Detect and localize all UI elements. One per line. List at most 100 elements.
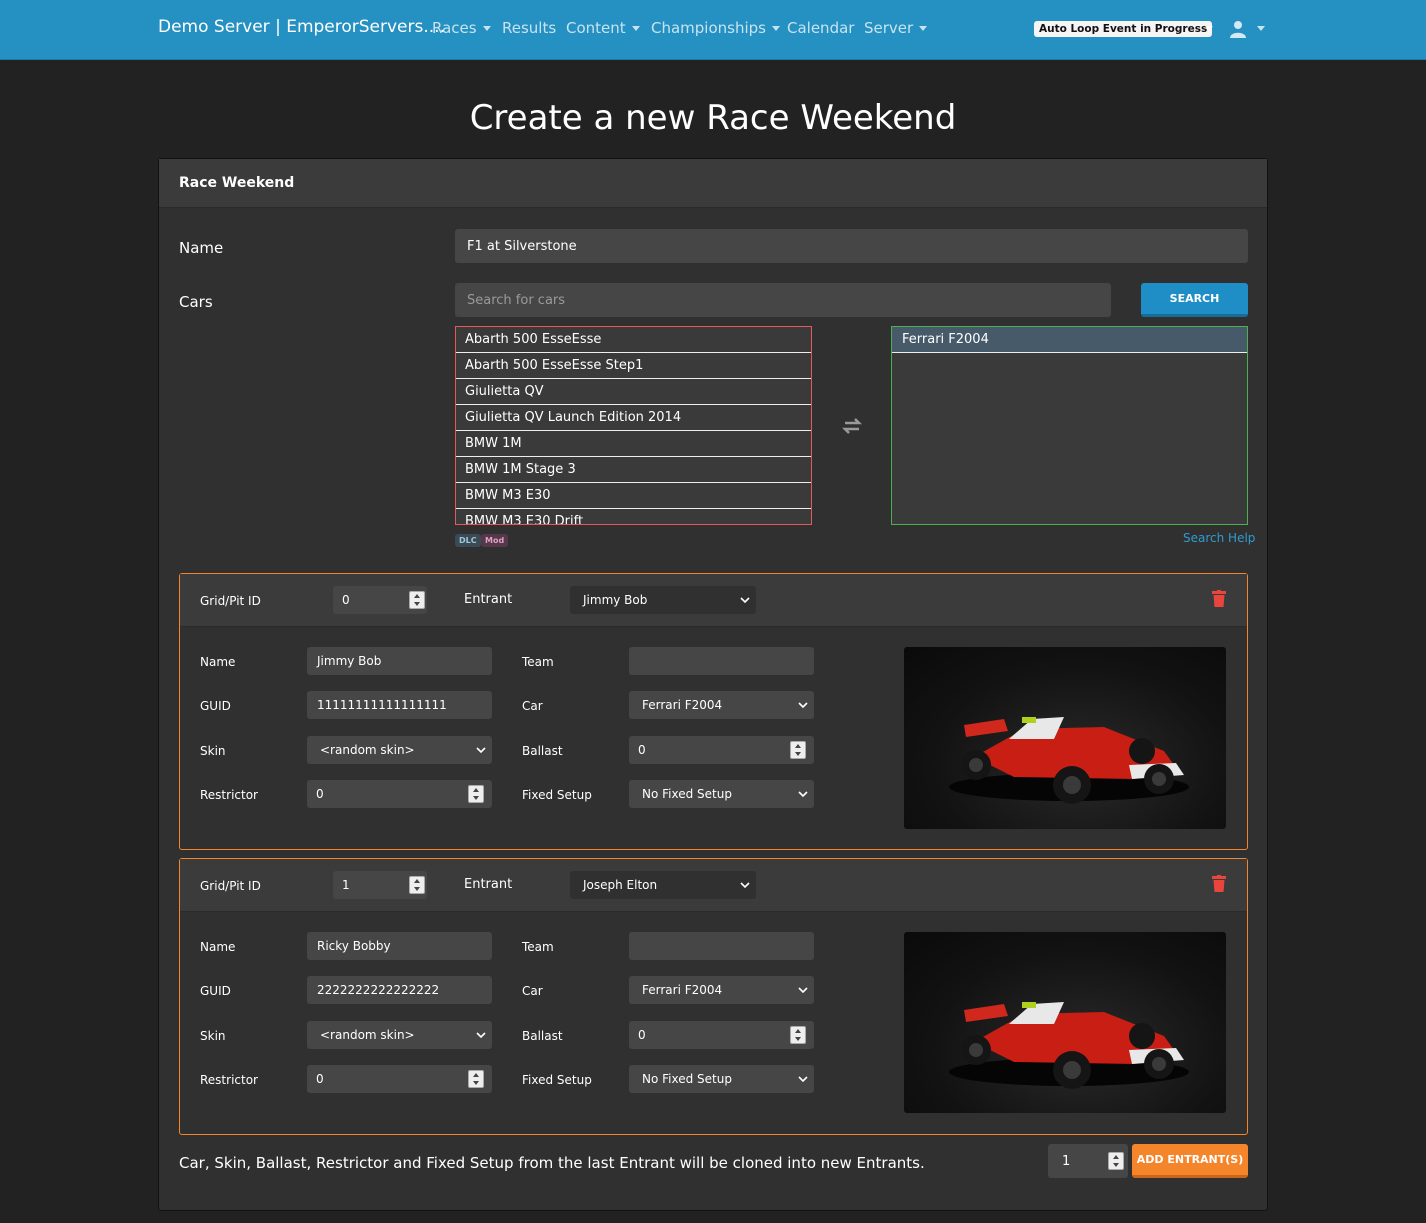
grid-pit-id-label: Grid/Pit ID: [200, 594, 261, 608]
ballast-input[interactable]: 0: [629, 1021, 814, 1049]
available-cars-list[interactable]: Abarth 500 EsseEsse Abarth 500 EsseEsse …: [455, 326, 812, 525]
list-item[interactable]: Ferrari F2004: [892, 327, 1247, 353]
chevron-down-icon: [771, 26, 780, 31]
skin-select-value: <random skin>: [320, 743, 415, 757]
entrant-panel: Grid/Pit ID 1 Entrant Joseph Elton Name …: [179, 858, 1248, 1135]
status-dropdown-chevron-icon[interactable]: [1205, 26, 1213, 31]
name-label: Name: [179, 239, 224, 257]
fixed-setup-select[interactable]: No Fixed Setup: [629, 1065, 814, 1093]
chevron-down-icon: [740, 882, 750, 889]
grid-pit-id-input[interactable]: 1: [333, 871, 427, 899]
grid-pit-id-value: 1: [342, 878, 350, 892]
list-item[interactable]: Abarth 500 EsseEsse: [456, 327, 811, 353]
chevron-down-icon: [740, 597, 750, 604]
chevron-down-icon: [631, 26, 640, 31]
car-select[interactable]: Ferrari F2004: [629, 691, 814, 719]
trash-icon[interactable]: [1212, 590, 1226, 607]
number-spinner-icon[interactable]: [468, 785, 484, 803]
nav-server[interactable]: Server: [864, 19, 928, 37]
nav-championships-label: Championships: [651, 19, 766, 37]
guid-input[interactable]: 2222222222222222: [307, 976, 492, 1004]
chevron-down-icon: [798, 702, 808, 709]
nav-content[interactable]: Content: [566, 19, 640, 37]
restrictor-input[interactable]: 0: [307, 1065, 492, 1093]
entrant-select[interactable]: Jimmy Bob: [570, 586, 756, 614]
car-illustration: [949, 717, 1189, 804]
nav-results[interactable]: Results: [502, 19, 556, 37]
page-title: Create a new Race Weekend: [469, 98, 957, 138]
restrictor-input[interactable]: 0: [307, 780, 492, 808]
trash-icon[interactable]: [1212, 875, 1226, 892]
search-help-link[interactable]: Search Help: [1183, 531, 1255, 545]
skin-select[interactable]: <random skin>: [307, 736, 492, 764]
guid-label: GUID: [200, 699, 231, 713]
cars-label: Cars: [179, 293, 213, 311]
nav-calendar[interactable]: Calendar: [787, 19, 854, 37]
brand-link[interactable]: Demo Server | EmperorServers....: [158, 17, 445, 37]
number-spinner-icon[interactable]: [1108, 1152, 1124, 1170]
entrant-panel: Grid/Pit ID 0 Entrant Jimmy Bob Name Jim…: [179, 573, 1248, 850]
number-spinner-icon[interactable]: [790, 741, 806, 759]
entrant-select[interactable]: Joseph Elton: [570, 871, 756, 899]
auto-loop-status-badge[interactable]: Auto Loop Event in Progress: [1034, 21, 1213, 37]
clone-note: Car, Skin, Ballast, Restrictor and Fixed…: [179, 1154, 925, 1172]
nav-content-label: Content: [566, 19, 626, 37]
list-item[interactable]: Giulietta QV: [456, 379, 811, 405]
car-select-value: Ferrari F2004: [642, 983, 723, 997]
chevron-down-icon: [482, 26, 491, 31]
ballast-input[interactable]: 0: [629, 736, 814, 764]
ballast-label: Ballast: [522, 744, 563, 758]
guid-input[interactable]: 11111111111111111: [307, 691, 492, 719]
number-spinner-icon[interactable]: [790, 1026, 806, 1044]
skin-label: Skin: [200, 744, 226, 758]
list-item[interactable]: Giulietta QV Launch Edition 2014: [456, 405, 811, 431]
user-menu-chevron-icon[interactable]: [1257, 26, 1265, 31]
name-label: Name: [200, 655, 236, 669]
skin-label: Skin: [200, 1029, 226, 1043]
fixed-setup-label: Fixed Setup: [522, 1073, 592, 1087]
list-item[interactable]: BMW M3 E30: [456, 483, 811, 509]
restrictor-label: Restrictor: [200, 788, 258, 802]
list-item[interactable]: BMW M3 E30 Drift: [456, 509, 811, 524]
user-icon[interactable]: [1230, 20, 1246, 38]
chevron-down-icon: [476, 1032, 486, 1039]
list-item[interactable]: BMW 1M: [456, 431, 811, 457]
team-input[interactable]: [629, 647, 814, 675]
car-search-input[interactable]: Search for cars: [455, 283, 1111, 317]
race-name-input[interactable]: F1 at Silverstone: [455, 229, 1248, 263]
card-header-title: Race Weekend: [179, 175, 295, 191]
swap-arrows-icon[interactable]: [841, 418, 863, 434]
add-entrants-button[interactable]: ADD ENTRANT(S): [1132, 1144, 1248, 1178]
driver-name-input[interactable]: Ricky Bobby: [307, 932, 492, 960]
list-item[interactable]: BMW 1M Stage 3: [456, 457, 811, 483]
race-weekend-card: Race Weekend Name F1 at Silverstone Cars…: [158, 158, 1268, 1211]
number-spinner-icon[interactable]: [409, 591, 425, 609]
team-input[interactable]: [629, 932, 814, 960]
fixed-setup-select[interactable]: No Fixed Setup: [629, 780, 814, 808]
restrictor-label: Restrictor: [200, 1073, 258, 1087]
selected-cars-list[interactable]: Ferrari F2004: [891, 326, 1248, 525]
car-select-value: Ferrari F2004: [642, 698, 723, 712]
card-header: Race Weekend: [159, 159, 1267, 208]
chevron-down-icon: [798, 987, 808, 994]
car-select[interactable]: Ferrari F2004: [629, 976, 814, 1004]
entrant-select-value: Jimmy Bob: [583, 593, 648, 607]
mod-badge: Mod: [481, 534, 509, 547]
nav-calendar-label: Calendar: [787, 19, 855, 37]
entrant-select-value: Joseph Elton: [583, 878, 658, 892]
search-button[interactable]: SEARCH: [1141, 283, 1248, 317]
nav-server-label: Server: [864, 19, 914, 37]
entrant-label: Entrant: [464, 877, 513, 892]
skin-select[interactable]: <random skin>: [307, 1021, 492, 1049]
number-spinner-icon[interactable]: [409, 876, 425, 894]
grid-pit-id-input[interactable]: 0: [333, 586, 427, 614]
nav-races[interactable]: Races: [432, 19, 491, 37]
number-spinner-icon[interactable]: [468, 1070, 484, 1088]
add-entrant-quantity-input[interactable]: 1: [1048, 1144, 1128, 1178]
list-item[interactable]: Abarth 500 EsseEsse Step1: [456, 353, 811, 379]
chevron-down-icon: [798, 791, 808, 798]
nav-championships[interactable]: Championships: [651, 19, 780, 37]
ballast-value: 0: [638, 1028, 646, 1042]
car-preview-image: [904, 647, 1226, 829]
driver-name-input[interactable]: Jimmy Bob: [307, 647, 492, 675]
